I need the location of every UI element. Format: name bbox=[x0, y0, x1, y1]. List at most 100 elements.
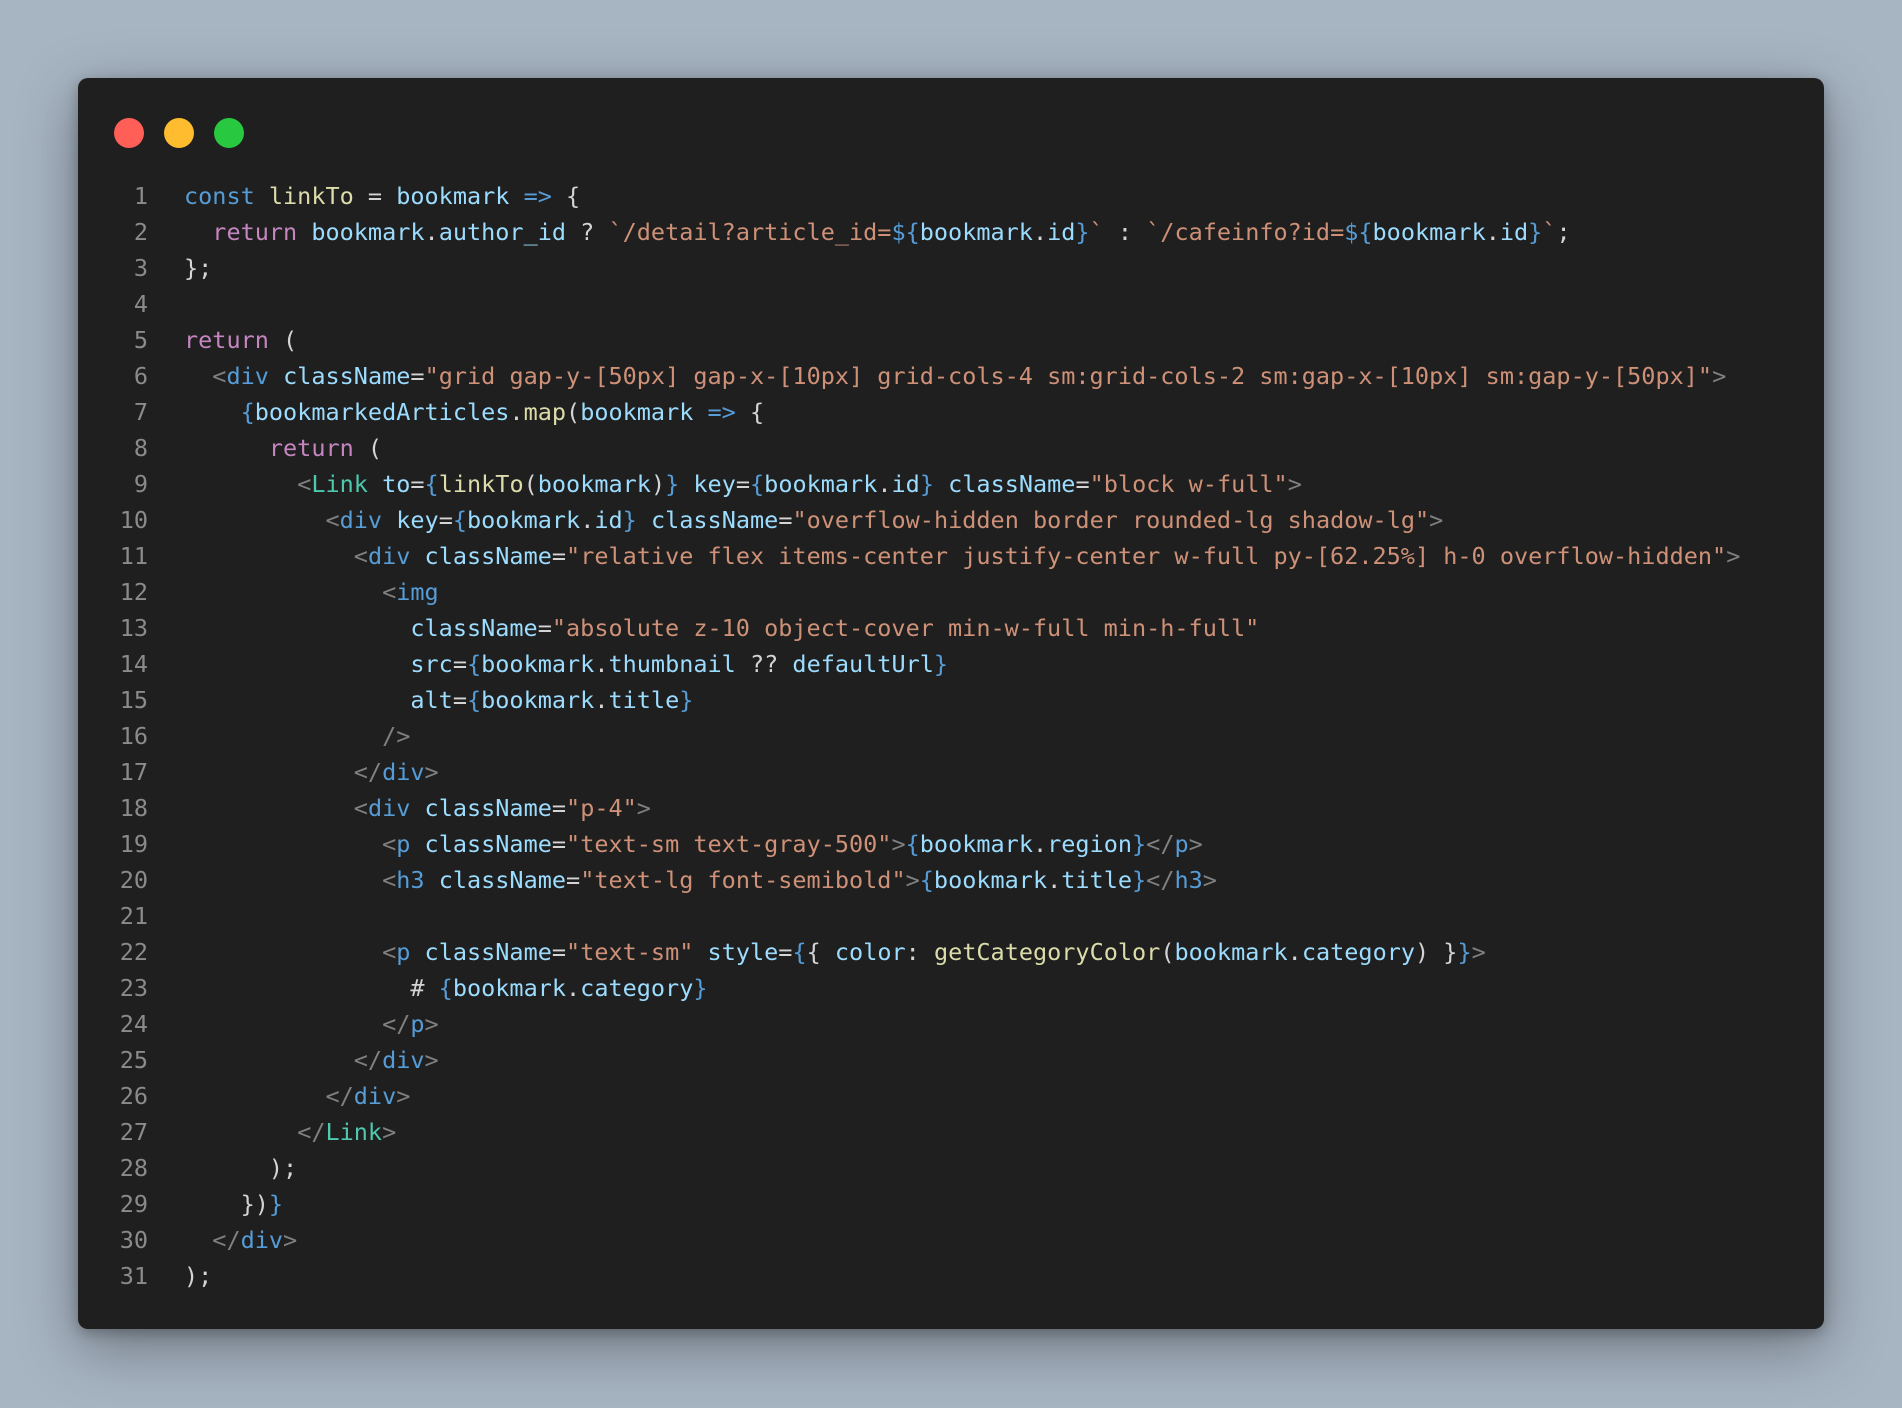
code-token: ` bbox=[1542, 218, 1557, 246]
code-token: </ bbox=[325, 1082, 354, 1110]
code-token: } bbox=[1528, 218, 1543, 246]
line-number: 24 bbox=[119, 1010, 148, 1038]
code-token: < bbox=[325, 506, 340, 534]
code-line: 27 </Link> bbox=[78, 1114, 1824, 1150]
code-token: ) bbox=[650, 470, 666, 498]
code-token: }) bbox=[184, 1190, 269, 1218]
line-number: 9 bbox=[133, 470, 148, 498]
code-token: { bbox=[792, 938, 807, 966]
code-token: { bbox=[466, 650, 482, 678]
code-token: = bbox=[1075, 470, 1090, 498]
code-token: bookmark bbox=[396, 182, 510, 210]
line-number: 6 bbox=[133, 362, 148, 390]
code-line: 2 return bookmark.author_id ? `/detail?a… bbox=[78, 214, 1824, 250]
close-button[interactable] bbox=[114, 118, 144, 148]
code-line: 7 {bookmarkedArticles.map(bookmark => { bbox=[78, 394, 1824, 430]
code-token: h3 bbox=[1174, 866, 1203, 894]
code-line: 5 return ( bbox=[78, 322, 1824, 358]
code-token: ( bbox=[523, 470, 538, 498]
code-token: bookmark bbox=[452, 974, 567, 1002]
line-number: 7 bbox=[133, 398, 148, 426]
code-token: color bbox=[834, 938, 906, 966]
code-token: > bbox=[424, 1046, 439, 1074]
code-editor[interactable]: 1 const linkTo = bookmark => {2 return bo… bbox=[78, 178, 1824, 1294]
code-line: 18 <div className="p-4"> bbox=[78, 790, 1824, 826]
code-token: bookmark bbox=[1372, 218, 1486, 246]
code-line: 22 <p className="text-sm" style={{ color… bbox=[78, 934, 1824, 970]
line-number: 26 bbox=[119, 1082, 148, 1110]
code-token: { bbox=[240, 398, 255, 426]
code-text: </Link> bbox=[148, 1114, 396, 1150]
code-token: . bbox=[594, 650, 609, 678]
code-token: < bbox=[212, 362, 227, 390]
code-text: <div className="p-4"> bbox=[148, 790, 651, 826]
code-token: { bbox=[452, 506, 468, 534]
code-token: = bbox=[452, 686, 467, 714]
code-line: 24 </p> bbox=[78, 1006, 1824, 1042]
code-token: = bbox=[566, 866, 581, 894]
code-text: <div key={bookmark.id} className="overfl… bbox=[148, 502, 1443, 538]
code-token: > bbox=[1471, 938, 1486, 966]
code-token: className bbox=[424, 542, 552, 570]
code-line: 15 alt={bookmark.title} bbox=[78, 682, 1824, 718]
code-text: <Link to={linkTo(bookmark)} key={bookmar… bbox=[148, 466, 1302, 502]
code-line: 1 const linkTo = bookmark => { bbox=[78, 178, 1824, 214]
code-token: < bbox=[297, 470, 312, 498]
code-token: category bbox=[1301, 938, 1416, 966]
code-token: src bbox=[410, 650, 453, 678]
code-line: 13 className="absolute z-10 object-cover… bbox=[78, 610, 1824, 646]
code-line: 9 <Link to={linkTo(bookmark)} key={bookm… bbox=[78, 466, 1824, 502]
code-token: . bbox=[1032, 218, 1048, 246]
code-token: . bbox=[580, 506, 595, 534]
code-token: . bbox=[566, 974, 581, 1002]
code-token: ${ bbox=[1344, 218, 1373, 246]
code-token: bookmark bbox=[919, 218, 1033, 246]
code-line: 25 </div> bbox=[78, 1042, 1824, 1078]
code-line: 23 # {bookmark.category} bbox=[78, 970, 1824, 1006]
line-number: 14 bbox=[119, 650, 148, 678]
code-token: = bbox=[551, 938, 567, 966]
code-line: 28 ); bbox=[78, 1150, 1824, 1186]
code-text: </p> bbox=[148, 1006, 439, 1042]
code-token: "overflow-hidden border rounded-lg shado… bbox=[792, 506, 1430, 534]
code-text: src={bookmark.thumbnail ?? defaultUrl} bbox=[148, 646, 948, 682]
code-token: title bbox=[1061, 866, 1133, 894]
line-number: 31 bbox=[119, 1262, 148, 1290]
code-token: </ bbox=[382, 1010, 411, 1038]
code-token: = bbox=[735, 470, 751, 498]
code-token: key bbox=[693, 470, 736, 498]
code-token: key bbox=[396, 506, 439, 534]
code-token: = bbox=[410, 470, 425, 498]
code-token: > bbox=[424, 758, 439, 786]
code-token: className bbox=[424, 794, 552, 822]
code-token: "text-sm" bbox=[566, 938, 694, 966]
code-line: 4 bbox=[78, 286, 1824, 322]
code-token: = bbox=[452, 650, 467, 678]
maximize-button[interactable] bbox=[214, 118, 244, 148]
code-token: "grid gap-y-[50px] gap-x-[10px] grid-col… bbox=[424, 362, 1713, 390]
code-token: bookmark bbox=[1174, 938, 1288, 966]
code-token: } bbox=[933, 650, 949, 678]
code-token: ( bbox=[268, 326, 298, 354]
minimize-button[interactable] bbox=[164, 118, 194, 148]
code-token: }; bbox=[184, 254, 213, 282]
line-number: 2 bbox=[133, 218, 148, 246]
code-line: 11 <div className="relative flex items-c… bbox=[78, 538, 1824, 574]
code-token: ) } bbox=[1415, 938, 1458, 966]
code-line: 3}; bbox=[78, 250, 1824, 286]
code-line: 30 </div> bbox=[78, 1222, 1824, 1258]
code-token: . bbox=[1047, 866, 1062, 894]
code-token: { bbox=[551, 182, 581, 210]
code-text: <div className="grid gap-y-[50px] gap-x-… bbox=[148, 358, 1726, 394]
code-token: ); bbox=[184, 1262, 213, 1290]
code-line: 21 bbox=[78, 898, 1824, 934]
